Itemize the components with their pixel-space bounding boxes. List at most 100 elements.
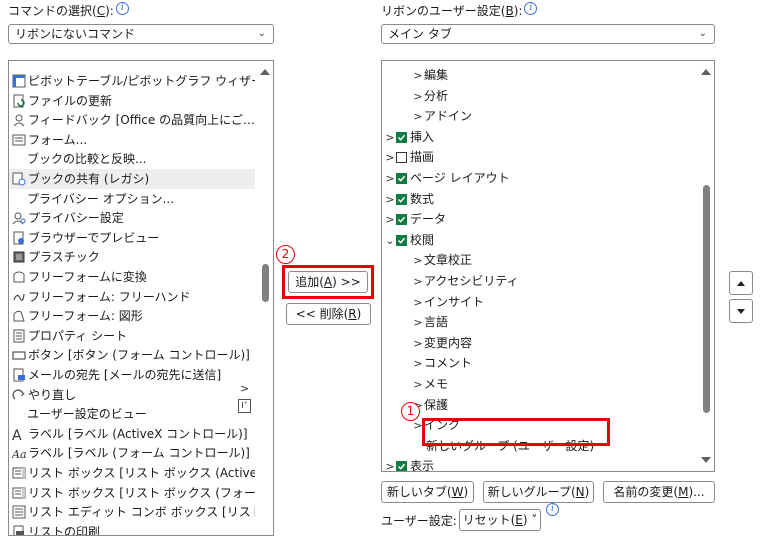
tree-item[interactable]: >インサイト: [382, 292, 696, 312]
tree-item[interactable]: > 挿入: [382, 127, 696, 147]
chevron-right-icon[interactable]: >: [384, 457, 396, 471]
remove-button[interactable]: << 削除(R): [286, 303, 371, 325]
list-item-label: フリーフォームに変換: [28, 270, 147, 284]
move-down-button[interactable]: [729, 299, 753, 323]
tree-item[interactable]: ⌄ 校閲: [382, 230, 696, 250]
tree-item[interactable]: > 描画: [382, 147, 696, 167]
checkbox[interactable]: [396, 173, 407, 184]
commands-listbox[interactable]: ピボットテーブル/ピボットグラフ ウィザード ファイルの更新 フィードバック [Of…: [8, 60, 274, 536]
checkbox[interactable]: [396, 131, 407, 143]
tree-item-label: 校閲: [410, 232, 435, 247]
checkbox[interactable]: [396, 461, 407, 471]
chevron-right-icon[interactable]: >: [384, 210, 396, 229]
list-item[interactable]: フォーム...: [9, 130, 255, 150]
chevron-right-icon[interactable]: >: [412, 107, 424, 126]
list-item[interactable]: プライバシー設定: [9, 208, 255, 228]
move-up-button[interactable]: [729, 271, 753, 295]
info-icon[interactable]: i: [524, 2, 538, 15]
list-item[interactable]: リスト ボックス [リスト ボックス (フォーム…: [9, 483, 255, 503]
list-item[interactable]: プライバシー オプション...: [9, 189, 255, 209]
list-item-label: メールの宛先 [メールの宛先に送信]: [28, 368, 222, 382]
list-item[interactable]: フリーフォーム: 図形: [9, 306, 255, 326]
new-group-button[interactable]: 新しいグループ(N): [483, 481, 594, 503]
tree-item[interactable]: >アドイン: [382, 106, 696, 126]
checkbox[interactable]: [396, 234, 407, 246]
chevron-right-icon[interactable]: >: [412, 293, 424, 312]
list-item[interactable]: メールの宛先 [メールの宛先に送信]: [9, 365, 255, 385]
tree-item[interactable]: > データ: [382, 209, 696, 229]
chevron-right-icon[interactable]: >: [412, 272, 424, 291]
chevron-right-icon[interactable]: >: [412, 313, 424, 332]
scroll-up-icon[interactable]: [260, 69, 270, 75]
commands-dropdown[interactable]: リボンにないコマンド ⌄: [8, 24, 274, 44]
commands-label: コマンドの選択(C): i: [8, 2, 129, 19]
tree-item[interactable]: >編集: [382, 65, 696, 85]
chevron-right-icon[interactable]: >: [412, 251, 424, 270]
step-2-marker: 2: [276, 245, 295, 264]
scroll-thumb[interactable]: [703, 185, 710, 413]
checkbox[interactable]: [396, 214, 407, 226]
list-item-label: プライバシー オプション...: [27, 191, 175, 206]
share-workbook-icon: [12, 172, 26, 186]
list-item[interactable]: リストの印刷: [9, 522, 255, 535]
list-item[interactable]: リスト エディット コンボ ボックス [リスト エ…: [9, 502, 255, 522]
tree-item[interactable]: >変更内容: [382, 333, 696, 353]
new-tab-button[interactable]: 新しいタブ(W): [381, 481, 474, 503]
chevron-right-icon[interactable]: >: [412, 87, 424, 106]
list-item[interactable]: ピボットテーブル/ピボットグラフ ウィザード: [9, 71, 255, 91]
list-item[interactable]: フリーフォームに変換: [9, 267, 255, 287]
list-item[interactable]: プロパティ シート: [9, 326, 255, 346]
tree-item[interactable]: > ページ レイアウト: [382, 168, 696, 188]
scroll-up-icon[interactable]: [701, 69, 711, 75]
list-item[interactable]: やり直し: [9, 385, 255, 405]
tree-item[interactable]: > 表示: [382, 456, 696, 471]
info-icon[interactable]: i: [115, 2, 129, 15]
list-item-label: リスト エディット コンボ ボックス [リスト エ…: [28, 505, 255, 520]
list-item[interactable]: ユーザー設定のビュー: [9, 404, 255, 424]
list-item[interactable]: Aa ラベル [ラベル (フォーム コントロール)]: [9, 443, 255, 463]
chevron-right-icon[interactable]: >: [412, 354, 424, 373]
list-item[interactable]: プラスチック: [9, 247, 255, 267]
list-item[interactable]: ファイルの更新: [9, 91, 255, 111]
list-item[interactable]: フリーフォーム: フリーハンド: [9, 287, 255, 307]
tree-item[interactable]: >保護: [382, 395, 696, 415]
tree-item[interactable]: >言語: [382, 312, 696, 332]
commands-scrollbar[interactable]: [257, 61, 273, 535]
list-item[interactable]: フィードバック [Office の品質向上にご…: [9, 110, 255, 130]
list-item-label: リスト ボックス [リスト ボックス (Active…: [28, 466, 255, 480]
info-icon[interactable]: i: [546, 503, 559, 516]
tree-item-label: 言語: [424, 315, 449, 330]
list-item[interactable]: ブックの共有 (レガシ): [9, 169, 255, 189]
scroll-down-icon[interactable]: [701, 457, 711, 463]
chevron-right-icon[interactable]: >: [384, 148, 396, 167]
list-item[interactable]: ブックの比較と反映...: [9, 149, 255, 169]
tree-item[interactable]: >コメント: [382, 353, 696, 373]
chevron-right-icon[interactable]: >: [384, 169, 396, 188]
tree-item-label: メモ: [424, 377, 449, 391]
tree-item[interactable]: >分析: [382, 86, 696, 106]
chevron-right-icon[interactable]: >: [412, 66, 424, 85]
tree-item[interactable]: > 数式: [382, 189, 696, 209]
checkbox[interactable]: [396, 193, 407, 205]
scroll-thumb[interactable]: [262, 264, 269, 302]
list-item[interactable]: A ラベル [ラベル (ActiveX コントロール)]: [9, 424, 255, 444]
chevron-right-icon[interactable]: >: [384, 128, 396, 147]
chevron-right-icon[interactable]: >: [412, 334, 424, 353]
list-item[interactable]: ブラウザーでプレビュー: [9, 228, 255, 248]
reset-dropdown-button[interactable]: リセット(E) ˅: [459, 509, 541, 531]
tree-item[interactable]: >アクセシビリティ: [382, 271, 696, 291]
ribbon-tabs-dropdown[interactable]: メイン タブ ⌄: [381, 24, 715, 44]
tree-item[interactable]: >メモ: [382, 374, 696, 394]
checkbox[interactable]: [396, 152, 407, 164]
list-item[interactable]: ボタン [ボタン (フォーム コントロール)]: [9, 345, 255, 365]
chevron-right-icon[interactable]: >: [412, 375, 424, 394]
ribbon-tree[interactable]: >編集 >分析 >アドイン > 挿入 > 描画 > ページ レイアウト > 数式 > データ ⌄ 校閲 >文章…: [381, 60, 715, 472]
feedback-icon: [12, 113, 26, 127]
tree-item[interactable]: >文章校正: [382, 250, 696, 270]
ribbon-scrollbar[interactable]: [698, 61, 714, 471]
chevron-right-icon[interactable]: >: [384, 190, 396, 209]
form-icon: [12, 133, 26, 147]
list-item[interactable]: リスト ボックス [リスト ボックス (Active…: [9, 463, 255, 483]
chevron-down-icon[interactable]: ⌄: [384, 231, 396, 250]
rename-button[interactable]: 名前の変更(M)...: [603, 481, 715, 503]
